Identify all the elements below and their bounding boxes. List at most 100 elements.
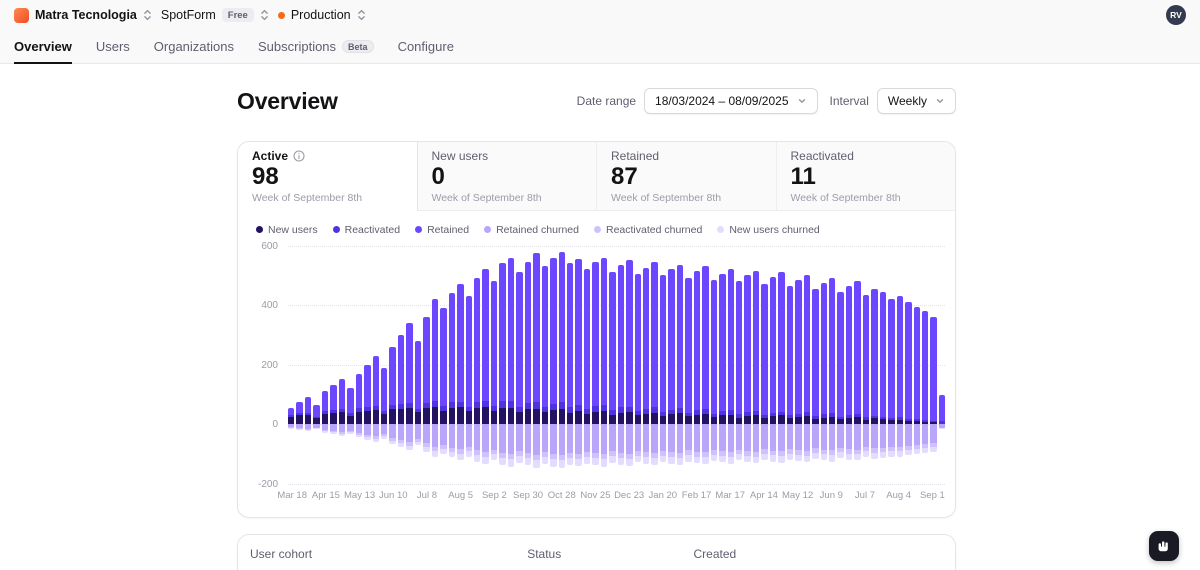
- tab-configure[interactable]: Configure: [398, 30, 454, 63]
- chart-bar[interactable]: [338, 246, 346, 484]
- legend-item-retained-churned[interactable]: Retained churned: [484, 224, 579, 236]
- chart-bar[interactable]: [397, 246, 405, 484]
- support-button[interactable]: [1149, 531, 1179, 561]
- chart-bar[interactable]: [533, 246, 540, 484]
- chart-bar[interactable]: [786, 246, 794, 484]
- chevron-updown-icon[interactable]: [260, 8, 269, 22]
- chart-bar[interactable]: [668, 246, 675, 484]
- chart-bar[interactable]: [736, 246, 743, 484]
- date-range-button[interactable]: 18/03/2024 – 08/09/2025: [644, 88, 818, 114]
- chart-bar[interactable]: [465, 246, 472, 484]
- tab-subscriptions[interactable]: Subscriptions Beta: [258, 30, 374, 63]
- legend-item-new-users[interactable]: New users: [256, 224, 318, 236]
- chart-bar[interactable]: [516, 246, 523, 484]
- chart-bar[interactable]: [575, 246, 582, 484]
- chart-bar[interactable]: [710, 246, 718, 484]
- legend-item-reactivated[interactable]: Reactivated: [332, 224, 400, 236]
- chart-bar[interactable]: [761, 246, 768, 484]
- chart-bar[interactable]: [896, 246, 904, 484]
- chart-bar[interactable]: [583, 246, 591, 484]
- chart-bar[interactable]: [321, 246, 329, 484]
- legend-item-new-users-churned[interactable]: New users churned: [717, 224, 820, 236]
- chart-bar[interactable]: [600, 246, 608, 484]
- chart-bar[interactable]: [355, 246, 363, 484]
- chart-bar[interactable]: [617, 246, 625, 484]
- chart-bar[interactable]: [347, 246, 354, 484]
- chart-bar[interactable]: [905, 246, 912, 484]
- chart-bar[interactable]: [626, 246, 633, 484]
- chart-bar[interactable]: [507, 246, 515, 484]
- chart-bar[interactable]: [313, 246, 320, 484]
- tab-overview[interactable]: Overview: [14, 30, 72, 64]
- tab-users[interactable]: Users: [96, 30, 130, 63]
- org-switcher[interactable]: Matra Tecnologia: [14, 7, 152, 23]
- chart-bar[interactable]: [676, 246, 684, 484]
- interval-select[interactable]: Weekly: [876, 88, 956, 114]
- chart-bar[interactable]: [609, 246, 616, 484]
- chart-bar[interactable]: [634, 246, 642, 484]
- stat-reactivated[interactable]: Reactivated 11 Week of September 8th: [777, 142, 956, 210]
- stat-retained[interactable]: Retained 87 Week of September 8th: [597, 142, 777, 210]
- chart-bar[interactable]: [845, 246, 853, 484]
- legend-item-retained[interactable]: Retained: [415, 224, 469, 236]
- chart-bar[interactable]: [871, 246, 878, 484]
- chart-bar[interactable]: [304, 246, 312, 484]
- chart-bar[interactable]: [837, 246, 844, 484]
- stat-new-users[interactable]: New users 0 Week of September 8th: [418, 142, 597, 210]
- chart-bar[interactable]: [448, 246, 456, 484]
- chart-bar[interactable]: [921, 246, 929, 484]
- chart-bar[interactable]: [659, 246, 667, 484]
- chart-bar[interactable]: [499, 246, 506, 484]
- chart-bar[interactable]: [380, 246, 388, 484]
- chart-bar[interactable]: [550, 246, 557, 484]
- chart-bar[interactable]: [482, 246, 489, 484]
- chart-bar[interactable]: [685, 246, 692, 484]
- chart-bar[interactable]: [288, 246, 295, 484]
- chart-bar[interactable]: [812, 246, 819, 484]
- chart-bar[interactable]: [769, 246, 777, 484]
- chevron-updown-icon[interactable]: [357, 8, 366, 22]
- chart-bar[interactable]: [829, 246, 836, 484]
- chart-bar[interactable]: [558, 246, 565, 484]
- chevron-updown-icon[interactable]: [143, 8, 152, 22]
- chart-bar[interactable]: [693, 246, 701, 484]
- chart-bar[interactable]: [372, 246, 379, 484]
- chart-bar[interactable]: [854, 246, 861, 484]
- chart-bar[interactable]: [643, 246, 650, 484]
- chart-bar[interactable]: [423, 246, 430, 484]
- chart-bar[interactable]: [702, 246, 709, 484]
- stat-active[interactable]: Active 98 Week of September 8th: [238, 142, 418, 211]
- chart-bar[interactable]: [727, 246, 735, 484]
- chart-bar[interactable]: [795, 246, 802, 484]
- chart-bar[interactable]: [803, 246, 811, 484]
- chart-bar[interactable]: [862, 246, 870, 484]
- chart-bar[interactable]: [744, 246, 751, 484]
- chart-bar[interactable]: [752, 246, 760, 484]
- chart-bar[interactable]: [930, 246, 937, 484]
- chart-bar[interactable]: [879, 246, 887, 484]
- chart-bar[interactable]: [913, 246, 920, 484]
- legend-item-reactivated-churned[interactable]: Reactivated churned: [594, 224, 702, 236]
- chart-bar[interactable]: [490, 246, 498, 484]
- chart-bar[interactable]: [431, 246, 439, 484]
- chart-bar[interactable]: [566, 246, 574, 484]
- chart-bar[interactable]: [330, 246, 337, 484]
- chart-bar[interactable]: [440, 246, 447, 484]
- chart-bar[interactable]: [457, 246, 464, 484]
- user-avatar[interactable]: RV: [1166, 5, 1186, 25]
- chart-bar[interactable]: [296, 246, 303, 484]
- chart-bar[interactable]: [719, 246, 726, 484]
- chart-bar[interactable]: [541, 246, 549, 484]
- chart-bar[interactable]: [414, 246, 422, 484]
- chart-bar[interactable]: [938, 246, 946, 484]
- chart-bar[interactable]: [778, 246, 785, 484]
- tab-organizations[interactable]: Organizations: [154, 30, 234, 63]
- chart-bar[interactable]: [592, 246, 599, 484]
- chart-bar[interactable]: [473, 246, 481, 484]
- chart-bar[interactable]: [888, 246, 895, 484]
- chart-bar[interactable]: [820, 246, 827, 484]
- app-switcher[interactable]: SpotForm Free: [161, 8, 269, 22]
- environment-switcher[interactable]: Production: [277, 8, 366, 22]
- chart-bar[interactable]: [524, 246, 532, 484]
- chart-bar[interactable]: [364, 246, 371, 484]
